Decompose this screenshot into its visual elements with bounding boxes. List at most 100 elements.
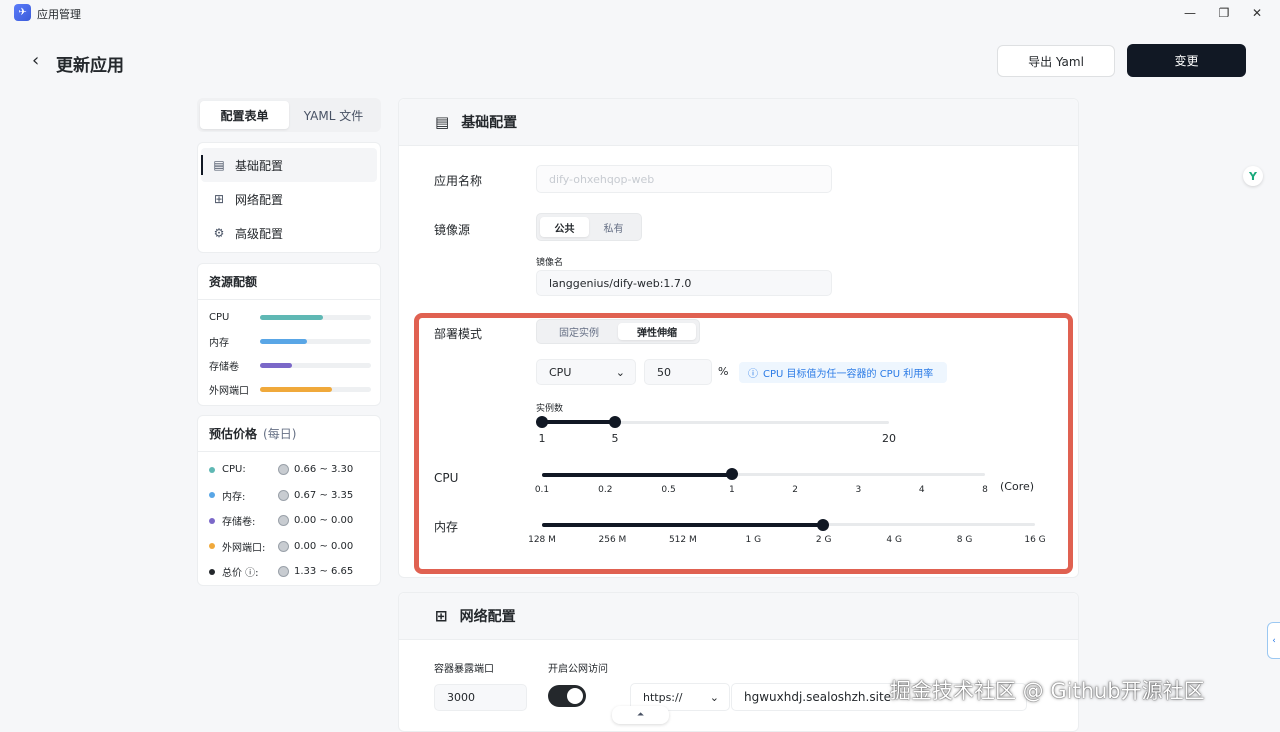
cpu-handle[interactable] (726, 468, 738, 480)
price-row: CPU: 0.66 ~ 3.30 (198, 457, 380, 483)
highlight-box (414, 313, 1073, 574)
resource-quota-title: 资源配额 (198, 264, 380, 300)
app-logo-icon: ✈ (14, 4, 31, 21)
cpu-slider-label: CPU (434, 471, 459, 485)
window-title: 应用管理 (37, 8, 81, 21)
resource-bar (260, 362, 371, 368)
port-input[interactable]: 3000 (434, 684, 527, 711)
export-yaml-button[interactable]: 导出 Yaml (997, 45, 1115, 77)
image-source-public[interactable]: 公共 (540, 217, 589, 237)
deploy-mode-label: 部署模式 (434, 327, 483, 341)
memory-handle[interactable] (817, 519, 829, 531)
price-dot (209, 543, 215, 550)
nav-item-network[interactable]: ⊞ 网络配置 (201, 182, 377, 216)
side-expand-handle[interactable]: ‹ (1267, 622, 1280, 659)
price-row: 存储卷: 0.00 ~ 0.00 (198, 508, 380, 534)
watermark: 掘金技术社区 @ Github开源社区 (890, 679, 1205, 703)
maximize-icon[interactable]: ❐ (1214, 4, 1234, 22)
protocol-value: https:// (643, 690, 683, 704)
document-icon: ▤ (435, 113, 450, 131)
metric-select[interactable]: CPU ⌄ (536, 359, 636, 385)
network-config-header: ⊞ 网络配置 (399, 593, 1078, 640)
resource-label: 存储卷 (209, 361, 239, 373)
coin-icon (278, 464, 289, 476)
resource-row: 内存 (198, 329, 380, 353)
threshold-input[interactable]: 50 (644, 359, 712, 385)
price-value: 0.00 ~ 0.00 (294, 515, 354, 527)
nav-item-label: 高级配置 (235, 226, 284, 241)
network-config-card: ⊞ 网络配置 (398, 592, 1079, 732)
price-row: 总价 ⓘ: 1.33 ~ 6.65 (198, 559, 380, 585)
resource-row: CPU (198, 305, 380, 329)
coin-icon (278, 489, 289, 501)
resource-quota-card: 资源配额 CPU 内存 存储卷 外网端口 (197, 263, 381, 406)
chevron-down-icon: ⌄ (709, 690, 719, 704)
app-name-input[interactable]: dify-ohxehqop-web (536, 165, 832, 193)
coin-icon (278, 540, 289, 552)
instances-max-handle[interactable] (609, 416, 621, 428)
instances-range-fill (542, 420, 615, 424)
resource-bar-fill (260, 362, 293, 368)
scroll-up-button[interactable]: ⏶ (612, 706, 669, 724)
change-button[interactable]: 变更 (1127, 44, 1246, 77)
resource-bar-fill (260, 314, 324, 320)
cpu-tick: 1 (728, 485, 735, 495)
close-icon[interactable]: ✕ (1247, 4, 1267, 22)
memory-tick: 128 M (528, 535, 556, 545)
cpu-hint-badge: ⓘ CPU 目标值为任一容器的 CPU 利用率 (739, 362, 947, 383)
document-icon: ▤ (213, 158, 225, 172)
basic-config-header: ▤ 基础配置 (399, 99, 1078, 146)
form-tabs: 配置表单 YAML 文件 (197, 98, 381, 132)
resource-bar (260, 386, 371, 392)
port-label: 容器暴露端口 (434, 664, 494, 675)
minimize-icon[interactable]: — (1180, 4, 1200, 22)
image-name-input[interactable]: langgenius/dify-web:1.7.0 (536, 270, 832, 296)
tab-config-form[interactable]: 配置表单 (200, 101, 289, 129)
deploy-mode-elastic[interactable]: 弹性伸缩 (618, 323, 696, 340)
price-dot (209, 517, 215, 524)
cpu-hint-text: CPU 目标值为任一容器的 CPU 利用率 (763, 369, 934, 380)
memory-slider-label: 内存 (434, 520, 459, 534)
cpu-unit: (Core) (1000, 480, 1035, 493)
assistant-float-icon[interactable]: Y (1243, 166, 1263, 186)
price-row: 外网端口: 0.00 ~ 0.00 (198, 534, 380, 560)
network-icon: ⊞ (435, 607, 448, 625)
memory-tick: 2 G (815, 535, 832, 545)
deploy-mode-fixed[interactable]: 固定实例 (540, 323, 618, 340)
coin-icon (278, 515, 289, 527)
memory-tick: 8 G (956, 535, 973, 545)
section-nav: ▤ 基础配置 ⊞ 网络配置 ⚙ 高级配置 (197, 142, 381, 253)
back-arrow-icon[interactable]: ‹ (32, 50, 39, 71)
resource-bar-fill (260, 386, 333, 392)
price-label: CPU: (222, 464, 246, 476)
cpu-tick: 8 (982, 485, 988, 495)
public-access-toggle[interactable] (548, 685, 586, 707)
nav-item-basic[interactable]: ▤ 基础配置 (201, 148, 377, 182)
memory-tick: 4 G (886, 535, 902, 545)
resource-bar (260, 314, 371, 320)
instances-min-handle[interactable] (536, 416, 548, 428)
price-value: 1.33 ~ 6.65 (294, 566, 354, 578)
metric-select-value: CPU (549, 365, 572, 379)
basic-config-title: 基础配置 (461, 115, 518, 131)
nav-item-label: 网络配置 (235, 192, 284, 207)
tab-yaml-file[interactable]: YAML 文件 (289, 101, 378, 129)
price-title-text: 预估价格 (209, 427, 258, 441)
cpu-tick: 2 (792, 485, 799, 495)
resource-row: 外网端口 (198, 377, 380, 401)
nav-item-advanced[interactable]: ⚙ 高级配置 (201, 216, 377, 250)
instances-limit-value: 20 (882, 432, 896, 445)
memory-tick: 256 M (598, 535, 627, 545)
price-label: 内存: (222, 491, 246, 503)
instances-label: 实例数 (536, 404, 564, 414)
memory-tick: 1 G (745, 535, 762, 545)
resource-bar-fill (260, 338, 307, 344)
gear-icon: ⚙ (213, 226, 225, 240)
image-source-toggle: 公共 私有 (536, 213, 642, 241)
price-dot (209, 492, 215, 499)
info-icon: ⓘ (748, 369, 758, 380)
price-value: 0.66 ~ 3.30 (294, 464, 354, 476)
image-source-private[interactable]: 私有 (589, 217, 638, 237)
price-dot (209, 568, 215, 575)
public-access-label: 开启公网访问 (548, 664, 608, 675)
